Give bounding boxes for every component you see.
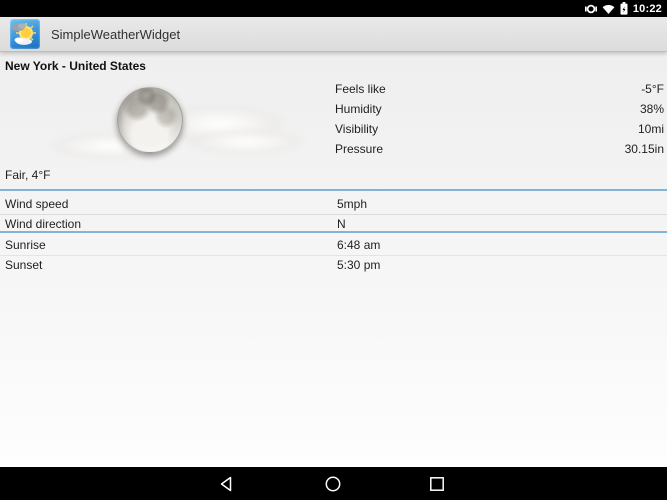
condition-summary: Fair, 4°F xyxy=(5,168,51,182)
row-label: Sunset xyxy=(5,258,43,272)
sun-clouds-app-icon[interactable] xyxy=(10,19,40,49)
stat-value: -5°F xyxy=(641,82,664,96)
stat-label: Visibility xyxy=(335,122,379,136)
sunset-row: Sunset 5:30 pm xyxy=(0,255,667,275)
back-button[interactable] xyxy=(218,475,236,493)
sunrise-row: Sunrise 6:48 am xyxy=(0,235,667,255)
app-title: SimpleWeatherWidget xyxy=(51,26,181,42)
wind-speed-row: Wind speed 5mph xyxy=(0,194,667,214)
location-heading: New York - United States xyxy=(5,59,146,73)
battery-charging-icon xyxy=(620,2,628,15)
section-divider xyxy=(0,231,667,233)
status-bar: 10:22 xyxy=(0,0,667,17)
app-bar: SimpleWeatherWidget xyxy=(0,17,667,52)
row-value: 6:48 am xyxy=(337,238,381,252)
stat-row-humidity: Humidity 38% xyxy=(0,99,667,119)
stat-value: 10mi xyxy=(637,122,664,136)
status-time: 10:22 xyxy=(632,2,662,15)
row-value: 5:30 pm xyxy=(337,258,381,272)
stat-row-visibility: Visibility 10mi xyxy=(0,119,667,139)
row-label: Wind speed xyxy=(5,197,69,211)
stat-label: Feels like xyxy=(335,82,386,96)
vibrate-icon xyxy=(584,3,597,15)
row-label: Sunrise xyxy=(5,238,46,252)
stat-value: 30.15in xyxy=(624,142,664,156)
stat-row-feels-like: Feels like -5°F xyxy=(0,79,667,99)
stat-label: Pressure xyxy=(335,142,384,156)
nav-bar xyxy=(0,467,667,500)
recents-button[interactable] xyxy=(428,475,446,493)
wifi-icon xyxy=(602,3,615,15)
section-divider xyxy=(0,189,667,191)
stat-row-pressure: Pressure 30.15in xyxy=(0,139,667,159)
stat-value: 38% xyxy=(639,102,664,116)
device-screen: 10:22 SimpleWeatherWidget New York - Uni… xyxy=(0,0,667,500)
home-button[interactable] xyxy=(324,475,342,493)
row-value: 5mph xyxy=(337,197,368,211)
stat-label: Humidity xyxy=(335,102,382,116)
